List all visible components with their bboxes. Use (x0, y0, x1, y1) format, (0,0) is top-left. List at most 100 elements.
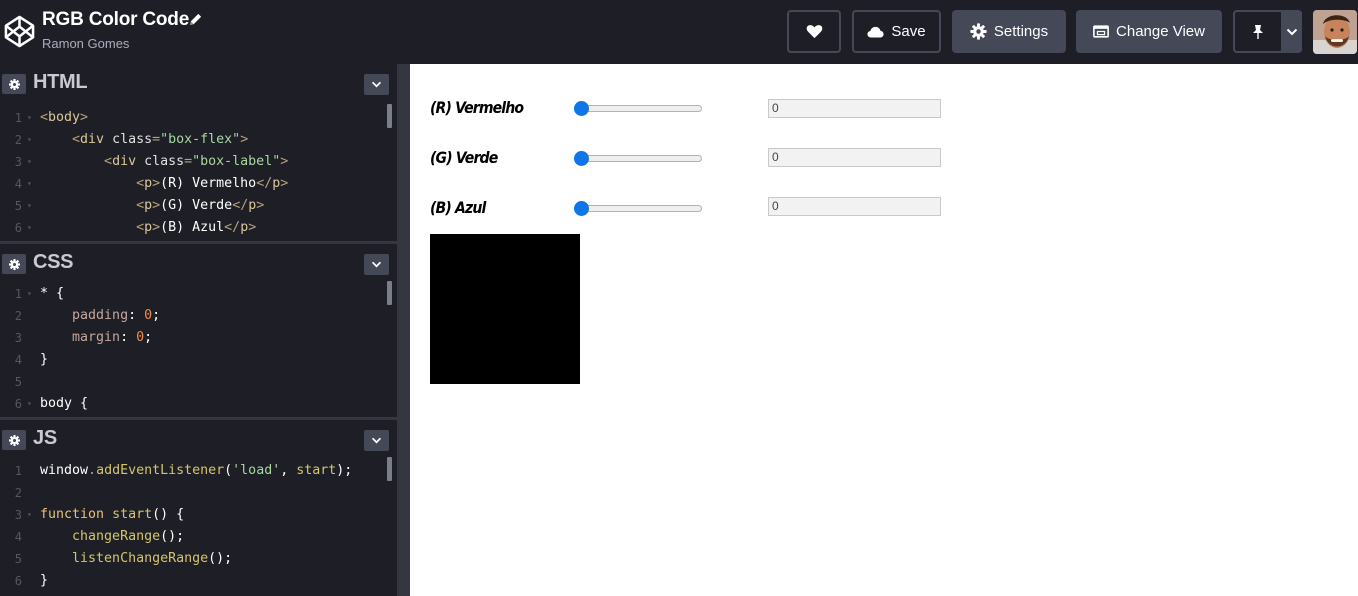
editor-resize-handle[interactable] (397, 64, 410, 596)
code-line[interactable]: 1 ▾ * { (0, 283, 397, 305)
html-editor-panel: HTML 1 ▾ <body> 2 ▾ <div class="box-flex"> 3 ▾… (0, 64, 397, 241)
code-line[interactable]: 3 ▾ function start() { (0, 504, 397, 526)
love-button[interactable] (787, 10, 841, 53)
result-preview: (R) Vermelho 0 (G) Verde 0 (B) Azul 0 (410, 64, 1358, 596)
code-text: <body> (40, 107, 88, 129)
code-token: window (40, 463, 89, 478)
fold-arrow-icon[interactable]: ▾ (27, 151, 32, 173)
css-code-area[interactable]: 1 ▾ * {2 padding: 0; 3 margin: 0; 4} 5 6 ▾ body … (0, 283, 397, 415)
pencil-icon[interactable] (188, 12, 203, 27)
html-code-area[interactable]: 1 ▾ <body> 2 ▾ <div class="box-flex"> 3 ▾ <div… (0, 107, 397, 239)
green-slider-thumb[interactable] (574, 151, 589, 166)
js-collapse-button[interactable] (364, 430, 389, 451)
code-text: } (40, 349, 48, 371)
user-avatar[interactable] (1313, 10, 1357, 54)
author-name[interactable]: Ramon Gomes (42, 36, 129, 51)
red-slider[interactable] (574, 101, 702, 116)
code-token: : (120, 330, 137, 345)
js-editor-header: JS (0, 417, 397, 454)
code-token: > (256, 198, 265, 213)
code-text: <p>(G) Verde</p> (40, 195, 264, 217)
blue-slider-thumb[interactable] (574, 201, 589, 216)
chevron-down-icon (371, 261, 382, 268)
code-line[interactable]: 1 ▾ <body> (0, 107, 397, 129)
js-editor-panel: JS 1 window.addEventListener('load', star… (0, 417, 397, 596)
pen-title[interactable]: RGB Color Code (42, 9, 189, 31)
code-token: < (136, 220, 145, 235)
code-token: "box-flex" (160, 132, 241, 147)
css-collapse-button[interactable] (364, 254, 389, 275)
code-token: listenChangeRange (72, 551, 209, 566)
fold-arrow-icon[interactable]: ▾ (27, 107, 32, 129)
settings-button[interactable]: Settings (952, 10, 1066, 53)
green-value-field[interactable]: 0 (768, 148, 941, 167)
code-token: addEventListener (96, 463, 225, 478)
fold-arrow-icon[interactable]: ▾ (27, 217, 32, 239)
code-line[interactable]: 3 ▾ <div class="box-label"> (0, 151, 397, 173)
fold-arrow-icon[interactable]: ▾ (27, 504, 32, 526)
code-line[interactable]: 2 (0, 482, 397, 504)
blue-slider[interactable] (574, 201, 702, 216)
red-slider-track (578, 105, 702, 112)
gear-icon (8, 434, 20, 446)
code-token: > (80, 110, 89, 125)
html-scrollbar[interactable] (387, 104, 392, 128)
code-line[interactable]: 6} (0, 570, 397, 592)
css-scrollbar[interactable] (387, 281, 392, 305)
code-text: body { (40, 393, 88, 415)
code-token: (G) Verde (160, 198, 233, 213)
css-settings-button[interactable] (2, 254, 26, 274)
html-collapse-button[interactable] (364, 74, 389, 95)
code-line[interactable]: 6 ▾ <p>(B) Azul</p> (0, 217, 397, 239)
code-token: > (280, 176, 289, 191)
red-value-field[interactable]: 0 (768, 99, 941, 118)
code-token: p (144, 220, 153, 235)
avatar-image (1313, 10, 1357, 54)
color-preview-box (430, 234, 580, 384)
code-line[interactable]: 3 margin: 0; (0, 327, 397, 349)
line-number: 6 (14, 574, 22, 588)
code-line[interactable]: 4} (0, 349, 397, 371)
code-line[interactable]: 2 ▾ <div class="box-flex"> (0, 129, 397, 151)
code-line[interactable]: 4 ▾ <p>(R) Vermelho</p> (0, 173, 397, 195)
html-settings-button[interactable] (2, 74, 26, 94)
top-bar: RGB Color Code Ramon Gomes Save Settings… (0, 0, 1358, 64)
code-line[interactable]: 2 padding: 0; (0, 305, 397, 327)
js-scrollbar[interactable] (387, 457, 392, 481)
blue-value-field[interactable]: 0 (768, 197, 941, 216)
blue-label: (B) Azul (430, 198, 486, 217)
save-button[interactable]: Save (852, 10, 941, 53)
change-view-button[interactable]: Change View (1076, 10, 1222, 53)
code-token: class (144, 154, 185, 169)
fold-arrow-icon[interactable]: ▾ (27, 173, 32, 195)
fold-arrow-icon[interactable]: ▾ (27, 283, 32, 305)
code-line[interactable]: 5 listenChangeRange(); (0, 548, 397, 570)
code-line[interactable]: 4 changeRange(); (0, 526, 397, 548)
line-number: 4 (14, 530, 22, 544)
red-slider-thumb[interactable] (574, 101, 589, 116)
code-token: start (296, 463, 337, 478)
line-number: 3 (14, 508, 22, 522)
code-line[interactable]: 6 ▾ body { (0, 393, 397, 415)
css-editor-header: CSS (0, 241, 397, 278)
fold-arrow-icon[interactable]: ▾ (27, 129, 32, 151)
fold-arrow-icon[interactable]: ▾ (27, 195, 32, 217)
code-token: (); (208, 551, 233, 566)
pin-button[interactable] (1235, 12, 1281, 51)
pin-menu-toggle[interactable] (1281, 12, 1302, 51)
fold-arrow-icon[interactable]: ▾ (27, 393, 32, 415)
code-text: <p>(B) Azul</p> (40, 217, 256, 239)
code-line[interactable]: 5 ▾ <p>(G) Verde</p> (0, 195, 397, 217)
js-settings-button[interactable] (2, 430, 26, 450)
js-code-area[interactable]: 1 window.addEventListener('load', start);… (0, 460, 397, 592)
line-number: 3 (14, 331, 22, 345)
green-slider[interactable] (574, 151, 702, 166)
code-line[interactable]: 5 (0, 371, 397, 393)
code-token: body (48, 110, 81, 125)
codepen-logo-icon[interactable] (4, 15, 35, 48)
code-line[interactable]: 1 window.addEventListener('load', start); (0, 460, 397, 482)
css-panel-title: CSS (33, 251, 74, 273)
pin-dropdown[interactable] (1233, 10, 1302, 53)
